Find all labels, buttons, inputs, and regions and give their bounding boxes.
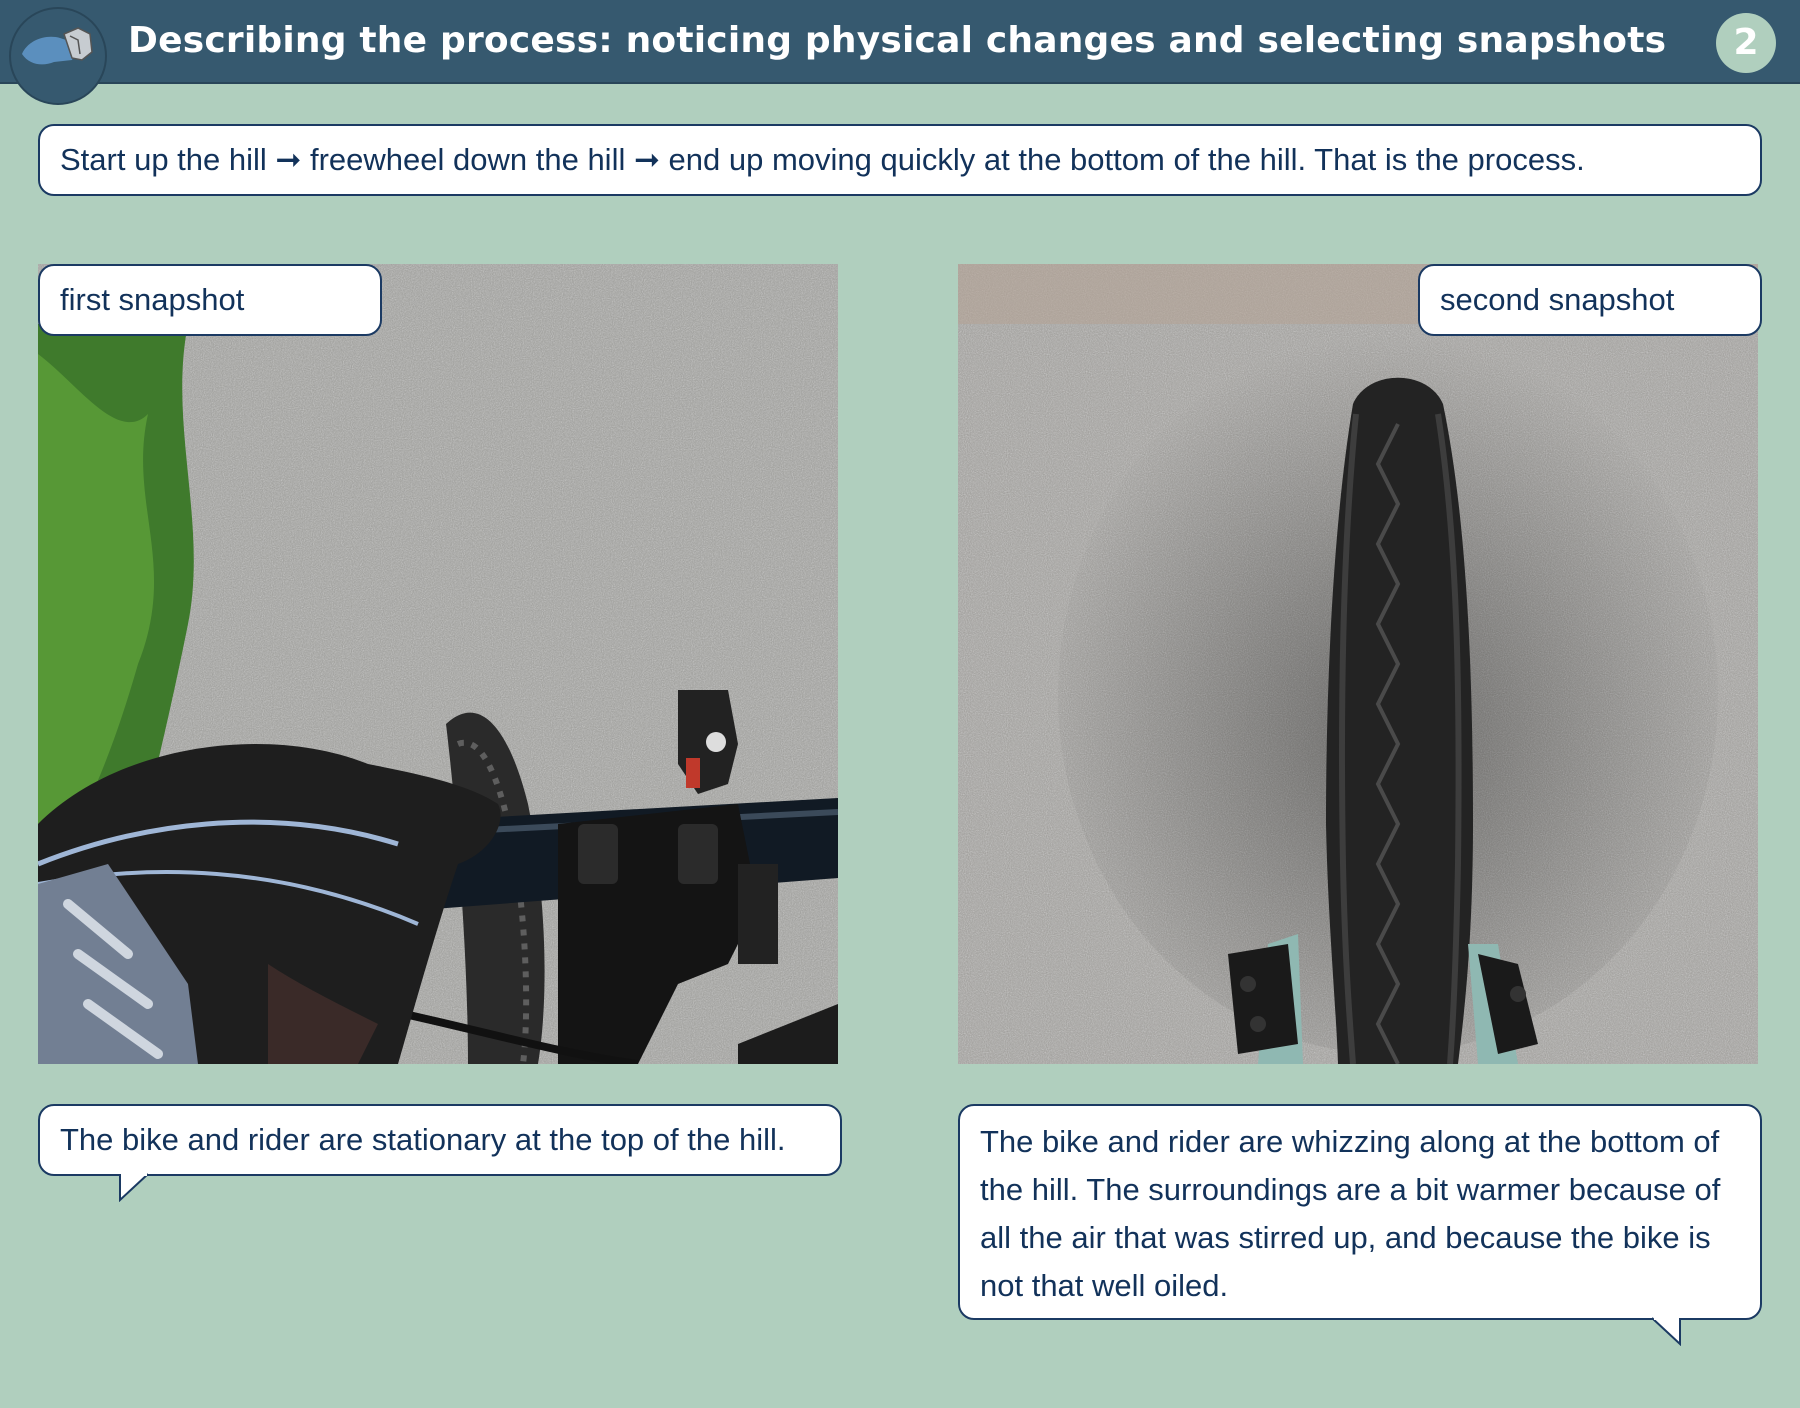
first-caption-tail	[119, 1172, 149, 1202]
page-number-badge: 2	[1716, 13, 1776, 73]
first-snapshot-label: first snapshot	[38, 264, 382, 336]
second-snapshot-label: second snapshot	[1418, 264, 1762, 336]
front-tyre-on-road-photo	[958, 264, 1758, 1064]
page: Describing the process: noticing physica…	[0, 0, 1800, 1408]
hand-snapshot-logo-icon	[9, 7, 107, 105]
handlebar-and-gloved-hand-photo	[38, 264, 838, 1064]
second-snapshot-caption: The bike and rider are whizzing along at…	[958, 1104, 1762, 1320]
second-caption-tail	[1651, 1316, 1681, 1346]
header-bar: Describing the process: noticing physica…	[0, 0, 1800, 84]
page-title: Describing the process: noticing physica…	[128, 20, 1667, 61]
first-snapshot-caption: The bike and rider are stationary at the…	[38, 1104, 842, 1176]
process-statement: Start up the hill ➞ freewheel down the h…	[38, 124, 1762, 196]
